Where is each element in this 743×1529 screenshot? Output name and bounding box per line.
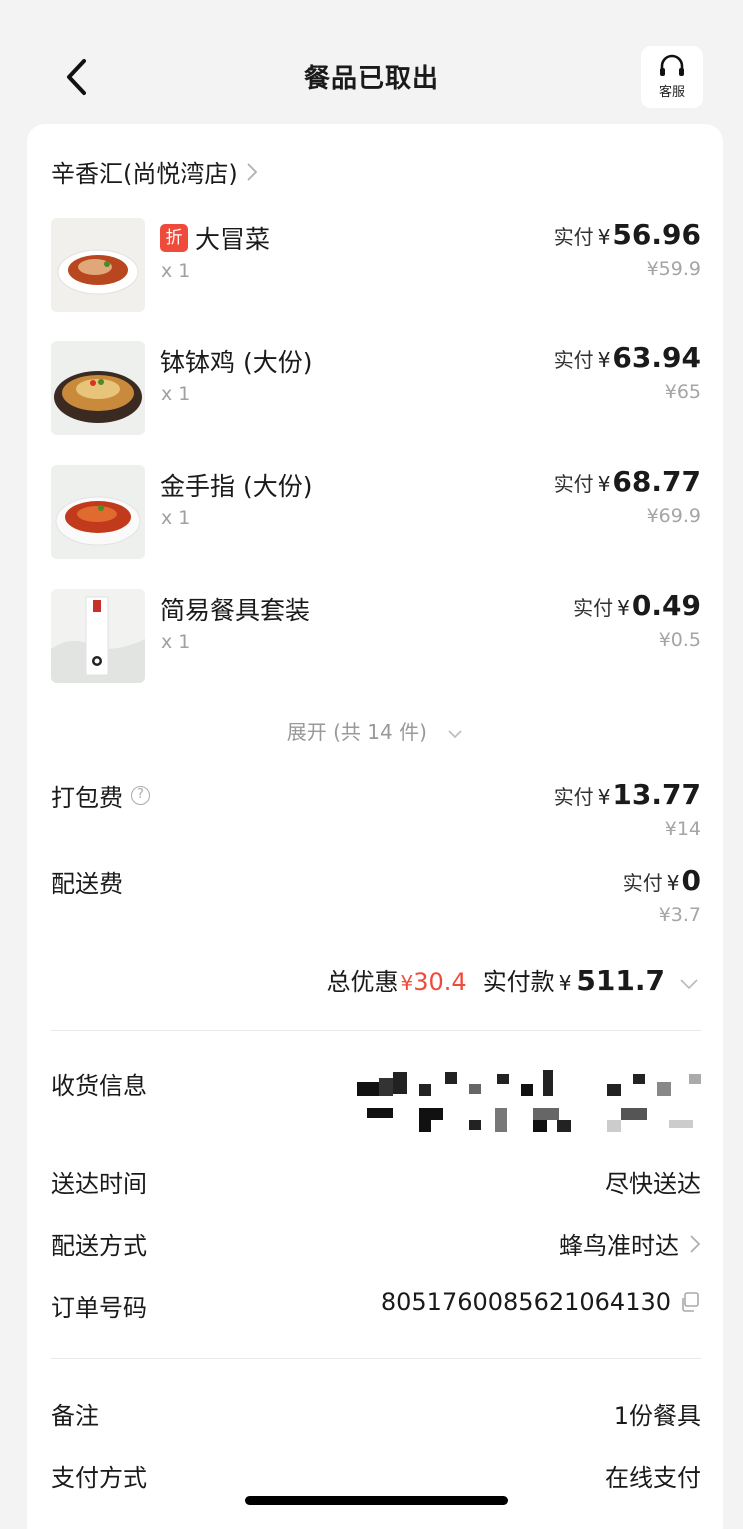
item-quantity: x 1	[161, 260, 191, 282]
total-discount-label: 总优惠	[326, 968, 399, 996]
address-label: 收货信息	[51, 1072, 147, 1100]
chevron-right-icon	[690, 1234, 701, 1253]
expand-label: 展开 (共 14 件)	[286, 720, 427, 744]
delivery-fee-label: 配送费	[51, 870, 123, 898]
note-label: 备注	[51, 1402, 99, 1430]
delivery-time-label: 送达时间	[51, 1170, 147, 1198]
headset-icon	[660, 54, 684, 76]
customer-service-button[interactable]: 客服	[641, 46, 703, 108]
item-original-price: ¥59.9	[646, 258, 701, 280]
divider	[51, 1030, 701, 1031]
top-bar: 餐品已取出 客服	[0, 0, 743, 120]
chevron-down-icon	[680, 979, 698, 990]
item-original-price: ¥65	[664, 381, 701, 403]
item-name: 简易餐具套装	[160, 596, 311, 625]
total-paid-value: 511.7	[576, 964, 665, 997]
note-row: 备注 1份餐具	[51, 1396, 701, 1430]
address-redacted-mosaic	[357, 1070, 701, 1134]
order-item[interactable]: 简易餐具套装 x 1 实付 ¥ 0.49 ¥0.5	[51, 589, 701, 685]
copy-icon[interactable]	[679, 1291, 701, 1313]
total-discount-value: 30.4	[413, 968, 467, 996]
item-paid-price: 实付 ¥ 63.94	[553, 341, 701, 374]
delivery-time-value: 尽快送达	[605, 1170, 701, 1198]
packing-fee-label: 打包费	[51, 784, 123, 812]
item-thumbnail	[51, 341, 145, 435]
item-quantity: x 1	[161, 507, 191, 529]
item-thumbnail	[51, 589, 145, 683]
store-link[interactable]: 辛香汇(尚悦湾店)	[51, 154, 258, 189]
item-paid-price: 实付 ¥ 56.96	[553, 218, 701, 251]
order-item[interactable]: 折 大冒菜 x 1 实付 ¥ 56.96 ¥59.9	[51, 218, 701, 314]
payment-method-value: 在线支付	[605, 1464, 701, 1492]
delivery-fee-original: ¥3.7	[658, 904, 701, 926]
item-paid-price: 实付 ¥ 0.49	[573, 589, 701, 622]
item-quantity: x 1	[161, 631, 191, 653]
order-item[interactable]: 钵钵鸡 (大份) x 1 实付 ¥ 63.94 ¥65	[51, 341, 701, 437]
payment-method-label: 支付方式	[51, 1464, 147, 1492]
item-quantity: x 1	[161, 383, 191, 405]
delivery-method-value: 蜂鸟准时达	[559, 1232, 679, 1260]
note-value: 1份餐具	[613, 1402, 701, 1430]
delivery-time-row: 送达时间 尽快送达	[51, 1164, 701, 1198]
item-paid-price: 实付 ¥ 68.77	[553, 465, 701, 498]
delivery-fee-paid: 实付 ¥ 0	[622, 864, 701, 897]
order-number-row: 订单号码 8051760085621064130	[51, 1288, 701, 1322]
order-detail-card: 辛香汇(尚悦湾店) 折 大冒菜 x 1 实付 ¥ 56.96 ¥59.9 钵钵鸡…	[27, 124, 723, 1529]
total-paid-label: 实付款	[482, 968, 555, 996]
page-title: 餐品已取出	[303, 64, 439, 94]
store-name: 辛香汇(尚悦湾店)	[51, 160, 238, 188]
item-original-price: ¥0.5	[658, 629, 701, 651]
item-name: 金手指 (大份)	[160, 472, 313, 501]
chevron-down-icon	[448, 729, 462, 738]
help-icon[interactable]: ?	[131, 786, 150, 805]
item-thumbnail	[51, 465, 145, 559]
expand-items-button[interactable]: 展开 (共 14 件)	[27, 716, 723, 745]
payment-method-row: 支付方式 在线支付	[51, 1458, 701, 1492]
packing-fee-paid: 实付 ¥ 13.77	[553, 778, 701, 811]
packing-fee-row: 打包费 ? 实付 ¥ 13.77 ¥14	[51, 778, 701, 848]
order-total[interactable]: 总优惠 ¥ 30.4 实付款 ¥ 511.7	[327, 962, 699, 997]
delivery-method-label: 配送方式	[51, 1232, 147, 1260]
divider	[51, 1358, 701, 1359]
packing-fee-original: ¥14	[664, 818, 701, 840]
order-number-label: 订单号码	[51, 1294, 147, 1322]
item-thumbnail	[51, 218, 145, 312]
delivery-method-row[interactable]: 配送方式 蜂鸟准时达	[51, 1226, 701, 1260]
customer-service-label: 客服	[658, 85, 685, 100]
delivery-fee-row: 配送费 实付 ¥ 0 ¥3.7	[51, 864, 701, 934]
discount-tag: 折	[160, 224, 188, 252]
order-number-value: 8051760085621064130	[380, 1288, 671, 1316]
item-name: 大冒菜	[195, 225, 271, 254]
chevron-right-icon	[247, 162, 258, 181]
home-indicator	[245, 1496, 508, 1505]
order-item[interactable]: 金手指 (大份) x 1 实付 ¥ 68.77 ¥69.9	[51, 465, 701, 561]
item-name: 钵钵鸡 (大份)	[160, 348, 313, 377]
item-original-price: ¥69.9	[646, 505, 701, 527]
